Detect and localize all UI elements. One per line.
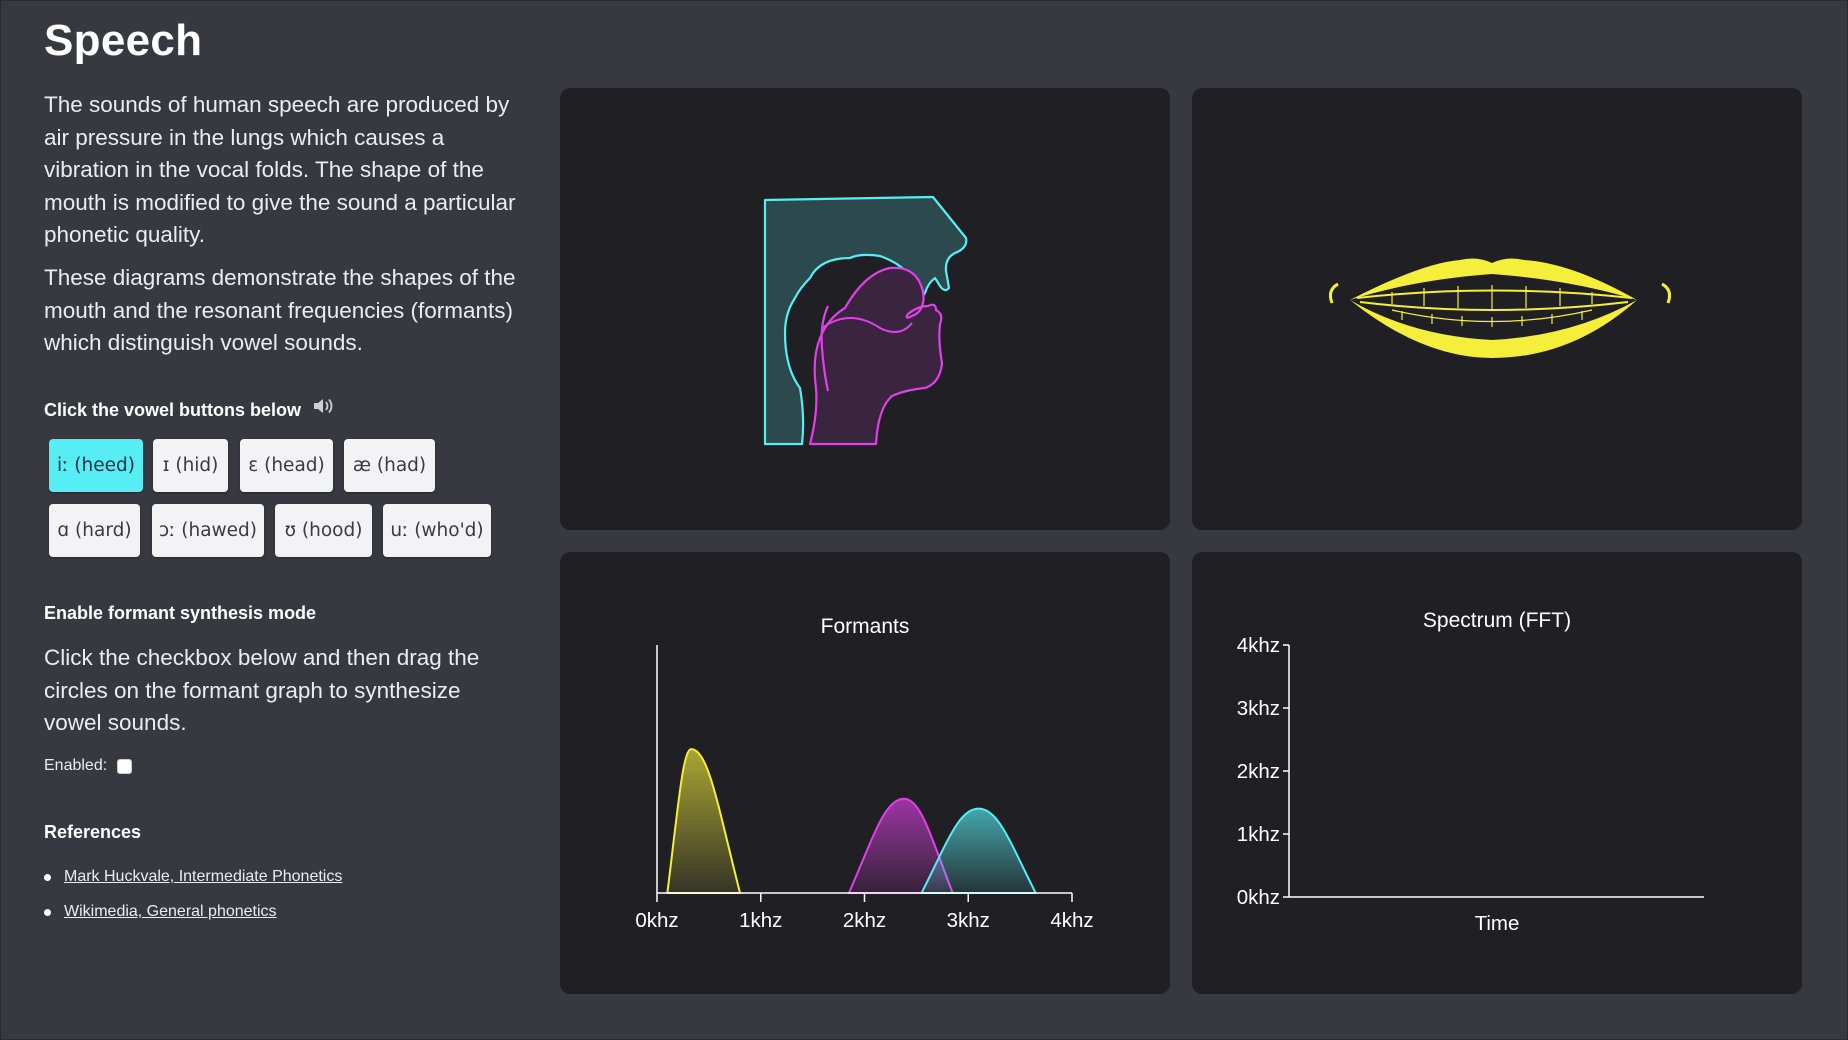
formants-panel: Formants 0khz 1khz 2khz 3khz 4khz [560,552,1170,994]
formant-peak-1[interactable] [666,748,742,894]
x-tick-label: 0khz [635,909,678,932]
page-title: Speech [44,16,203,65]
reference-item: Wikimedia, General phonetics [44,903,277,921]
formants-title: Formants [821,615,910,638]
vowel-button-whod[interactable]: uː (who'd) [383,504,491,557]
spectrum-y-ticks: 0khz 1khz 2khz 3khz 4khz [1237,634,1289,909]
vowel-button-hard[interactable]: ɑ (hard) [49,504,140,557]
speaker-icon [312,396,336,421]
enabled-label: Enabled: [44,757,108,774]
x-tick-label: 2khz [843,909,886,932]
vowel-button-heed[interactable]: iː (heed) [49,439,143,492]
vowel-button-hid[interactable]: ɪ (hid) [153,439,228,492]
y-tick-label: 4khz [1237,634,1280,657]
y-tick-label: 2khz [1237,760,1280,783]
formant-synthesis-heading: Enable formant synthesis mode [44,603,317,623]
spectrum-chart: Spectrum (FFT) 0khz 1khz 2khz 3khz 4khz Time [1237,609,1704,935]
y-tick-label: 1khz [1237,823,1280,846]
reference-item: Mark Huckvale, Intermediate Phonetics [44,868,342,886]
formants-chart: Formants 0khz 1khz 2khz 3khz 4khz [635,615,1094,932]
vowel-button-hood[interactable]: ʊ (hood) [275,504,372,557]
vowel-button-head[interactable]: ɛ (head) [240,439,333,492]
y-tick-label: 0khz [1237,886,1280,909]
y-tick-label: 3khz [1237,697,1280,720]
intro-paragraph: The sounds of human speech are produced … [44,92,516,247]
reference-link-wikimedia[interactable]: Wikimedia, General phonetics [64,903,277,921]
spectrum-x-label: Time [1475,912,1520,935]
vowel-buttons-heading: Click the vowel buttons below [44,396,336,421]
diagrams-paragraph: These diagrams demonstrate the shapes of… [44,265,516,355]
x-tick-label: 4khz [1050,909,1093,932]
vocal-tract-panel [560,88,1170,530]
enabled-row: Enabled: [44,757,133,775]
bullet-icon [44,873,51,881]
vocal-tract-diagram [763,195,968,446]
spectrum-panel: Spectrum (FFT) 0khz 1khz 2khz 3khz 4khz Time [1192,552,1802,994]
formant-series-group [666,748,1038,894]
spectrum-title: Spectrum (FFT) [1423,609,1571,632]
lips-panel [1192,88,1802,530]
enabled-checkbox[interactable] [117,758,133,774]
formant-peak-3[interactable] [919,807,1038,894]
vowel-button-hawed[interactable]: ɔː (hawed) [152,504,264,557]
x-tick-label: 1khz [739,909,782,932]
bullet-icon [44,908,51,916]
vowel-heading-text: Click the vowel buttons below [44,400,302,420]
synthesis-description: Click the checkbox below and then drag t… [44,645,480,735]
x-tick-label: 3khz [947,909,990,932]
reference-link-huckvale[interactable]: Mark Huckvale, Intermediate Phonetics [64,868,342,886]
formants-x-ticks: 0khz 1khz 2khz 3khz 4khz [635,893,1094,932]
lips-diagram [1329,258,1671,358]
vowel-button-had[interactable]: æ (had) [344,439,435,492]
references-heading: References [44,822,142,842]
